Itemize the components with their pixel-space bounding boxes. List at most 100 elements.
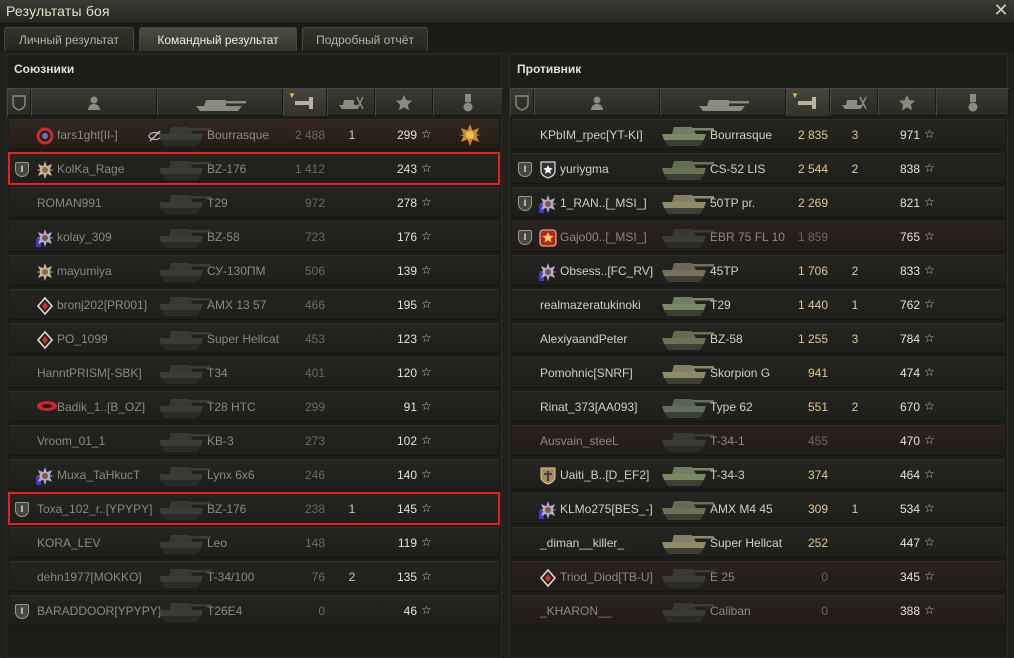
player-row[interactable]: Pomohnic[SNRF] Skorpion G 941 474 ☆	[512, 357, 1005, 388]
column-medal-header[interactable]	[936, 89, 1009, 116]
column-vehicle-header[interactable]	[157, 89, 283, 116]
xp-star-icon: ☆	[924, 535, 935, 549]
player-name: ROMAN991	[37, 196, 102, 210]
player-row[interactable]: mayumiya СУ-130ПМ 506 139 ☆	[9, 255, 499, 286]
column-medal-header[interactable]	[433, 89, 503, 116]
player-row[interactable]: kolay_309 BZ-58 723 176 ☆	[9, 221, 499, 252]
column-damage-header[interactable]: ▼	[786, 89, 830, 116]
column-xp-star-header[interactable]	[375, 89, 433, 116]
player-row[interactable]: KPbIM_rpec[YT-KI] Bourrasque 2 835 3 971 ☆	[512, 119, 1005, 150]
player-row[interactable]: Obsess..[FC_RV] 45TP 1 706 2 833 ☆	[512, 255, 1005, 286]
player-row[interactable]: fars1ght[II-] Bourrasque 2 488 1 299 ☆	[9, 119, 499, 150]
damage-value: 1 412	[294, 162, 325, 176]
player-row[interactable]: Rinat_373[AA093] Type 62 551 2 670 ☆	[512, 391, 1005, 422]
xp-star-icon: ☆	[924, 127, 935, 141]
vehicle-image	[155, 598, 213, 626]
close-icon[interactable]: ✕	[992, 0, 1010, 20]
player-row[interactable]: Uaiti_B..[D_EF2] T-34-3 374 464 ☆	[512, 459, 1005, 490]
player-name: KolKa_Rage	[57, 162, 125, 176]
vehicle-image	[155, 156, 213, 184]
player-name: Badik_1..[B_OZ]	[57, 400, 146, 414]
column-frags-header[interactable]	[830, 89, 878, 116]
player-name: fars1ght[II-]	[57, 128, 118, 142]
vehicle-image	[658, 190, 716, 218]
player-row[interactable]: KORA_LEV Leo 148 119 ☆	[9, 527, 499, 558]
xp-value: 145	[396, 502, 417, 516]
player-row[interactable]: I 1_RAN..[_MSI_] 50TP pr. 2 269 821 ☆	[512, 187, 1005, 218]
player-row[interactable]: Badik_1..[B_OZ] T28 HTC 299 91 ☆	[9, 391, 499, 422]
player-row[interactable]: Muxa_TaHkucT Lynx 6x6 246 140 ☆	[9, 459, 499, 490]
damage-value: 941	[807, 366, 828, 380]
xp-value: 447	[899, 536, 920, 550]
xp-value: 345	[899, 570, 920, 584]
player-row[interactable]: ROMAN991 T29 972 278 ☆	[9, 187, 499, 218]
damage-value: 374	[807, 468, 828, 482]
player-row[interactable]: KLMo275[BES_-] AMX M4 45 309 1 534 ☆	[512, 493, 1005, 524]
vehicle-name: Bourrasque	[207, 128, 270, 142]
player-name: Muxa_TaHkucT	[57, 468, 141, 482]
frags-value: 2	[851, 400, 859, 414]
column-vehicle-header[interactable]	[660, 89, 786, 116]
tab-team-result[interactable]: Командный результат	[139, 27, 297, 51]
xp-star-icon: ☆	[924, 501, 935, 515]
xp-star-icon: ☆	[421, 467, 432, 481]
xp-value: 139	[396, 264, 417, 278]
platoon-icon: I	[15, 604, 29, 619]
damage-value: 506	[304, 264, 325, 278]
vehicle-name: KB-3	[207, 434, 234, 448]
xp-value: 670	[899, 400, 920, 414]
xp-value: 821	[899, 196, 920, 210]
vehicle-name: AMX M4 45	[710, 502, 773, 516]
player-row[interactable]: realmazeratukinoki T29 1 440 1 762 ☆	[512, 289, 1005, 320]
player-row[interactable]: PO_1099 Super Hellcat 453 123 ☆	[9, 323, 499, 354]
player-row[interactable]: I Toxa_102_r..[YPYPY] BZ-176 238 1 145 ☆	[8, 492, 500, 525]
player-row[interactable]: Ausvain_steeL T-34-1 455 470 ☆	[512, 425, 1005, 456]
player-row[interactable]: I Gajo00..[_MSI_] EBR 75 FL 10 1 859 765 ☆	[512, 221, 1005, 252]
tab-detailed-report[interactable]: Подробный отчёт	[302, 27, 428, 51]
sort-arrow-icon: ▼	[288, 91, 296, 100]
player-row[interactable]: bronj202[PR001] AMX 13 57 466 195 ☆	[9, 289, 499, 320]
vehicle-image	[155, 394, 213, 422]
vehicle-image	[658, 530, 716, 558]
xp-star-icon: ☆	[421, 297, 432, 311]
player-row[interactable]: Triod_Diod[TB-U] E 25 0 345 ☆	[512, 561, 1005, 592]
sort-arrow-icon: ▼	[791, 91, 799, 100]
column-platoon-header[interactable]	[510, 89, 534, 116]
vehicle-name: Skorpion G	[710, 366, 771, 380]
column-damage-header[interactable]: ▼	[283, 89, 327, 116]
vehicle-name: Leo	[207, 536, 228, 550]
xp-value: 46	[403, 604, 417, 618]
column-xp-star-header[interactable]	[878, 89, 936, 116]
player-name: Toxa_102_r..[YPYPY]	[37, 502, 153, 516]
column-frags-header[interactable]	[327, 89, 375, 116]
xp-star-icon: ☆	[924, 263, 935, 277]
player-row[interactable]: Vroom_01_1 KB-3 273 102 ☆	[9, 425, 499, 456]
column-player-header[interactable]	[534, 89, 660, 116]
player-row[interactable]: AlexiyaandPeter BZ-58 1 255 3 784 ☆	[512, 323, 1005, 354]
player-row[interactable]: I KolKa_Rage BZ-176 1 412 243 ☆	[8, 152, 500, 185]
vehicle-name: Super Hellcat	[207, 332, 280, 346]
vehicle-image	[155, 428, 213, 456]
player-row[interactable]: dehn1977[MOKKO] T-34/100 76 2 135 ☆	[9, 561, 499, 592]
vehicle-name: T29	[207, 196, 228, 210]
damage-value: 309	[807, 502, 828, 516]
xp-star-icon: ☆	[421, 195, 432, 209]
player-row[interactable]: HanntPRISM[-SBK] T34 401 120 ☆	[9, 357, 499, 388]
player-name: Vroom_01_1	[37, 434, 106, 448]
vehicle-image	[155, 530, 213, 558]
tab-personal-result[interactable]: Личный результат	[4, 27, 134, 51]
vehicle-name: СУ-130ПМ	[207, 264, 266, 278]
vehicle-image	[658, 598, 716, 626]
vehicle-image	[658, 564, 716, 592]
damage-value: 723	[304, 230, 325, 244]
player-row[interactable]: _diman__killer_ Super Hellcat 252 447 ☆	[512, 527, 1005, 558]
column-player-header[interactable]	[31, 89, 157, 116]
player-name: Rinat_373[AA093]	[540, 400, 638, 414]
player-row[interactable]: _KHARON__ Caliban 0 388 ☆	[512, 595, 1005, 626]
player-row[interactable]: I BARADDOOR[YPYPY] T26E4 0 46 ☆	[9, 595, 499, 626]
vehicle-name: Caliban	[710, 604, 751, 618]
column-platoon-header[interactable]	[7, 89, 31, 116]
xp-star-icon: ☆	[421, 501, 432, 515]
clan-badge-icon	[539, 161, 557, 179]
player-row[interactable]: Iyuriygma CS-52 LIS 2 544 2 838 ☆	[512, 153, 1005, 184]
